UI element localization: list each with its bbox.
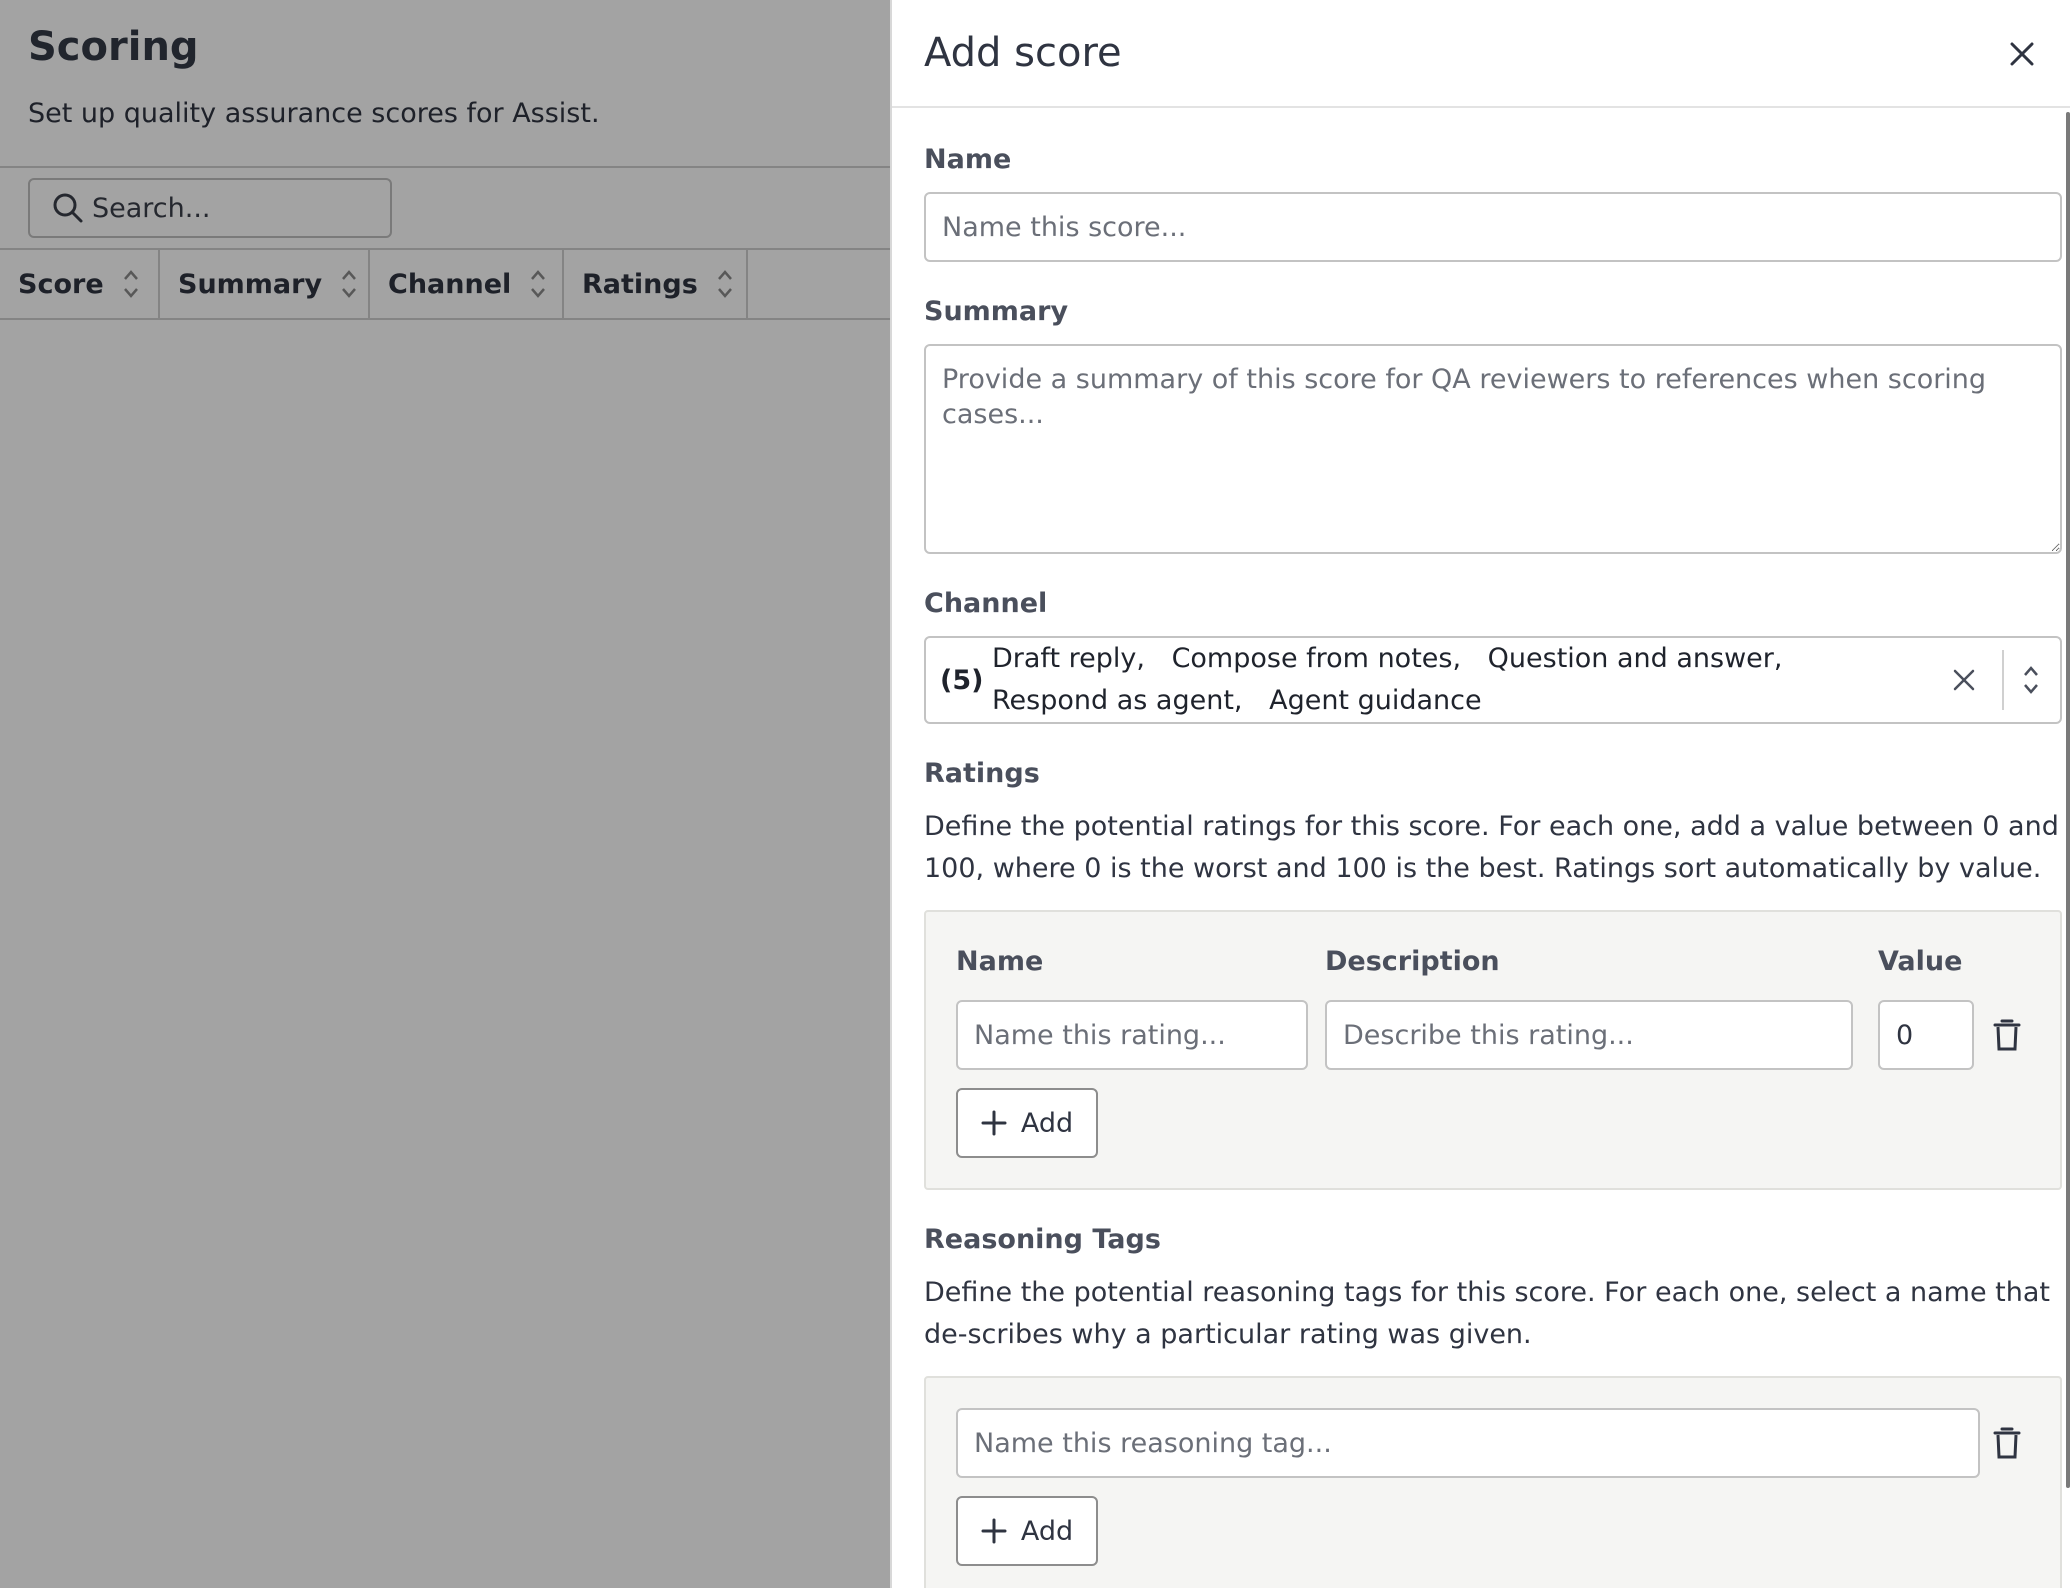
rating-description-input[interactable] xyxy=(1325,1000,1853,1070)
channel-dropdown-toggle[interactable] xyxy=(2016,662,2046,698)
summary-label: Summary xyxy=(924,296,1069,327)
channel-value: Compose from notes, xyxy=(1171,643,1462,674)
plus-icon xyxy=(981,1518,1007,1544)
score-name-input[interactable] xyxy=(924,192,2062,262)
ratings-label: Ratings xyxy=(924,758,1040,789)
delete-rating-button[interactable] xyxy=(1987,1015,2027,1055)
channel-selected-values: Draft reply, Compose from notes, Questio… xyxy=(992,638,1892,722)
reasoning-tags-panel: Add xyxy=(924,1376,2062,1588)
add-score-drawer: Add score Name Summary Channel (5) Draft… xyxy=(890,0,2070,1588)
rating-description-column-label: Description xyxy=(1325,946,1500,977)
close-button[interactable] xyxy=(2002,34,2042,74)
reasoning-tags-label: Reasoning Tags xyxy=(924,1224,1161,1255)
rating-value-column-label: Value xyxy=(1878,946,1963,977)
reasoning-tag-name-input[interactable] xyxy=(956,1408,1980,1478)
summary-textarea[interactable] xyxy=(924,344,2062,554)
channel-label: Channel xyxy=(924,588,1048,619)
channel-value: Draft reply, xyxy=(992,643,1145,674)
channel-value: Respond as agent, xyxy=(992,685,1243,716)
channel-value: Question and answer, xyxy=(1487,643,1783,674)
close-icon xyxy=(2010,42,2034,66)
add-reasoning-tag-button[interactable]: Add xyxy=(956,1496,1098,1566)
trash-icon xyxy=(1993,1019,2021,1051)
channel-value: Agent guidance xyxy=(1269,685,1482,716)
close-icon xyxy=(1953,669,1975,691)
rating-value-input[interactable] xyxy=(1878,1000,1974,1070)
ratings-help-text: Define the potential ratings for this sc… xyxy=(924,811,2059,884)
reasoning-tags-help-text: Define the potential reasoning tags for … xyxy=(924,1277,2050,1350)
drawer-title: Add score xyxy=(924,30,1122,76)
plus-icon xyxy=(981,1110,1007,1136)
add-label: Add xyxy=(1020,1107,1074,1139)
ratings-panel: Name Description Value Add xyxy=(924,910,2062,1190)
channel-count: (5) xyxy=(940,664,984,696)
channel-multiselect[interactable]: (5) Draft reply, Compose from notes, Que… xyxy=(924,636,2062,724)
add-label: Add xyxy=(1020,1515,1074,1547)
rating-name-column-label: Name xyxy=(956,946,1044,977)
drawer-scrollbar[interactable] xyxy=(2066,112,2070,1488)
name-label: Name xyxy=(924,144,1012,175)
rating-name-input[interactable] xyxy=(956,1000,1308,1070)
add-rating-button[interactable]: Add xyxy=(956,1088,1098,1158)
delete-reasoning-tag-button[interactable] xyxy=(1987,1423,2027,1463)
chevron-up-down-icon xyxy=(2024,666,2038,694)
divider xyxy=(2002,650,2004,710)
drawer-header: Add score xyxy=(892,0,2070,108)
trash-icon xyxy=(1993,1427,2021,1459)
clear-channel-button[interactable] xyxy=(1946,662,1982,698)
